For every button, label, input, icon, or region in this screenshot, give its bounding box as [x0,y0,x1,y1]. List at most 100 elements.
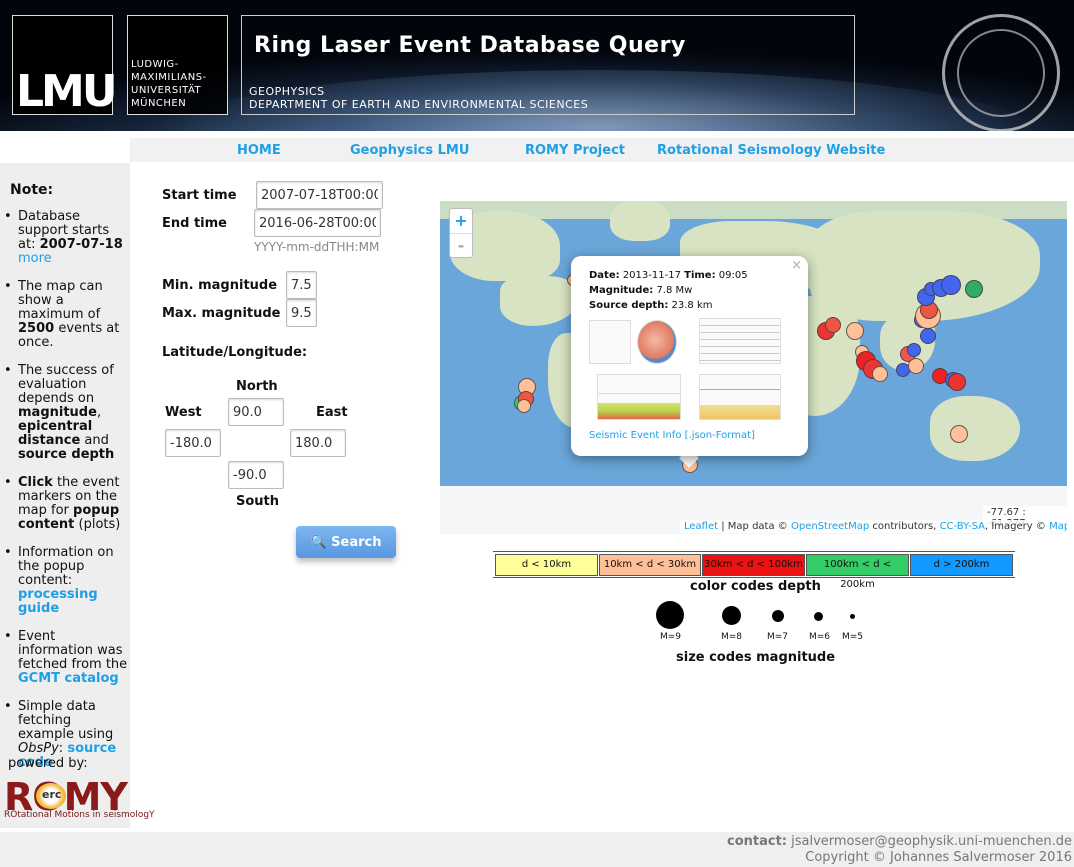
end-time-label: End time [162,216,227,231]
romy-logo[interactable]: ROMY erc ROtational Motions in seismolog… [4,775,155,823]
sidebar-notes: Note: Database support starts at: 2007-0… [0,163,155,828]
size-label-m8: M=8 [721,632,743,642]
size-dot-m5 [850,614,855,619]
map-land-australia [930,396,1020,461]
event-info-plot-thumbnail[interactable] [589,320,631,364]
nav-romy-link[interactable]: ROMY Project [525,143,625,158]
zoom-in-button[interactable]: + [450,209,472,233]
leaflet-link[interactable]: Leaflet [684,521,718,532]
west-input[interactable] [165,429,221,457]
event-marker[interactable] [908,358,924,374]
zoom-out-button[interactable]: - [450,233,472,257]
min-magnitude-label: Min. magnitude [162,278,278,293]
event-marker[interactable] [948,373,966,391]
event-marker[interactable] [825,317,841,333]
event-marker[interactable] [920,328,936,344]
popup-time: 09:05 [718,270,748,281]
note-item-success: The success of evaluation depends on mag… [4,364,130,462]
zoom-control: + - [449,208,473,258]
search-button[interactable]: 🔍 Search [296,526,396,558]
map-plot-thumbnail[interactable] [637,320,677,364]
waveform-plot-thumbnail[interactable] [699,318,781,364]
university-name: LUDWIG- MAXIMILIANS- UNIVERSITÄT MÜNCHEN [131,59,207,109]
end-time-input[interactable] [254,209,381,237]
event-marker[interactable] [517,399,531,413]
legend-depth-10-30: 10km < d < 30km [599,554,701,576]
nav-geophysics-link[interactable]: Geophysics LMU [350,143,469,158]
page-subtitle-geophysics: GEOPHYSICS [249,85,325,98]
contact-email[interactable]: jsalvermoser@geophysik.uni-muenchen.de [791,834,1072,849]
north-input[interactable] [228,398,284,426]
start-time-input[interactable] [256,181,383,209]
start-time-label: Start time [162,188,237,203]
more-link[interactable]: more [18,251,52,266]
size-dot-m8 [722,606,741,625]
map-attribution: Leaflet | Map data © OpenStreetMap contr… [680,520,1067,533]
size-dot-m6 [814,612,823,621]
size-label-m5: M=5 [842,632,864,642]
top-nav: HOME Geophysics LMU ROMY Project Rotatio… [130,138,1074,162]
min-magnitude-input[interactable] [286,271,317,299]
note-heading: Note: [10,182,54,198]
contact-info: contact: jsalvermoser@geophysik.uni-muen… [726,834,1072,849]
popup-magnitude: 7.8 Mw [656,285,693,296]
map-land-greenland [610,201,670,241]
popup-close-button[interactable]: × [791,258,802,273]
note-item-gcmt: Event information was fetched from the G… [4,630,130,686]
depth-legend: d < 10km 10km < d < 30km 30km < d < 100k… [493,551,1015,590]
size-dot-m7 [772,610,784,622]
event-marker[interactable] [872,366,888,382]
cc-by-sa-link[interactable]: CC-BY-SA [940,521,985,532]
event-popup: × Date: 2013-11-17 Time: 09:05 Magnitude… [571,256,808,456]
date-format-hint: YYYY-mm-ddTHH:MM [254,240,380,254]
note-item-max-events: The map can show a maximum of 2500 event… [4,280,130,350]
page-title: Ring Laser Event Database Query [254,33,686,58]
copyright: Copyright © Johannes Salvermoser 2016 [805,850,1072,865]
note-item-click: Click the event markers on the map for p… [4,476,130,532]
nav-home-link[interactable]: HOME [237,143,281,158]
correlation-plot-thumbnail[interactable] [699,374,781,420]
page-subtitle-department: DEPARTMENT OF EARTH AND ENVIRONMENTAL SC… [249,98,589,111]
openstreetmap-link[interactable]: OpenStreetMap [791,521,869,532]
legend-depth-gt200: d > 200km [910,554,1013,576]
north-label: North [236,379,278,394]
size-label-m6: M=6 [809,632,831,642]
romy-tagline: ROtational Motions in seismologY [4,810,155,820]
max-magnitude-label: Max. magnitude [162,306,281,321]
university-seal-icon [942,14,1060,131]
max-magnitude-input[interactable] [286,299,317,327]
size-label-m7: M=7 [767,632,789,642]
erc-logo-icon: erc [36,783,66,809]
nav-rotational-seismology-link[interactable]: Rotational Seismology Website [657,143,885,158]
popup-date: 2013-11-17 [622,270,681,281]
popup-depth: 23.8 km [671,300,713,311]
note-item-popup-info: Information on the popup content: proces… [4,546,130,616]
legend-depth-30-100: 30km < d < 100km [702,554,805,576]
size-legend-caption: size codes magnitude [676,650,836,665]
spectrogram-plot-thumbnail[interactable] [597,374,681,420]
event-marker[interactable] [941,275,961,295]
event-marker[interactable] [907,343,921,357]
east-label: East [316,405,348,420]
note-item-database-start: Database support starts at: 2007-07-18 m… [4,210,130,266]
mapbox-link[interactable]: Mapbox [1049,521,1067,532]
west-label: West [165,405,202,420]
lat-lon-label: Latitude/Longitude: [162,345,308,360]
event-map[interactable]: + - × Date: 2013-11-17 Time: 09:05 Magni… [440,201,1067,534]
lmu-logo: LMU [16,66,118,117]
gcmt-catalog-link[interactable]: GCMT catalog [18,671,119,686]
size-dot-m9 [656,601,684,629]
seismic-event-info-link[interactable]: Seismic Event Info [.json-Format] [589,430,755,441]
east-input[interactable] [290,429,346,457]
event-marker[interactable] [950,425,968,443]
processing-guide-link[interactable]: processing guide [18,587,98,616]
depth-legend-caption: color codes depth [690,579,821,594]
event-marker[interactable] [965,280,983,298]
footer: contact: jsalvermoser@geophysik.uni-muen… [0,832,1074,867]
note-list: Database support starts at: 2007-07-18 m… [4,210,130,784]
south-label: South [236,494,280,509]
legend-depth-lt10: d < 10km [495,554,598,576]
event-marker[interactable] [846,322,864,340]
south-input[interactable] [228,461,284,489]
size-label-m9: M=9 [660,632,682,642]
